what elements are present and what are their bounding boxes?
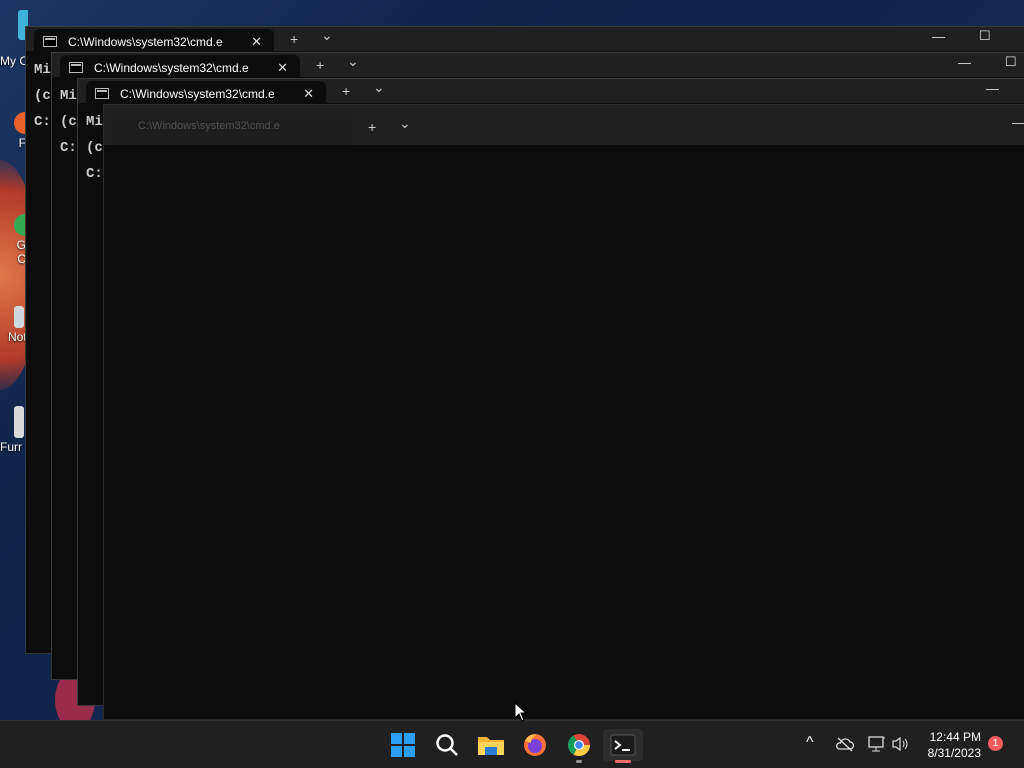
terminal-output[interactable]: Mi (c C:	[60, 83, 77, 161]
system-clock[interactable]: 12:44 PM 8/31/2023	[928, 729, 981, 761]
terminal-output[interactable]: Mi (c C:	[34, 57, 51, 135]
minimize-button[interactable]: —	[932, 29, 945, 44]
desktop-icon-notepad[interactable]: Not	[0, 306, 28, 344]
terminal-line: Mi	[34, 62, 51, 78]
terminal-line: (c	[34, 88, 51, 104]
firefox-icon[interactable]	[519, 729, 551, 761]
mouse-cursor-icon	[514, 701, 528, 727]
onedrive-offline-icon[interactable]	[835, 735, 855, 758]
terminal-icon[interactable]	[603, 729, 643, 763]
desktop-icon-label: My C	[0, 54, 28, 68]
new-tab-button[interactable]: +	[290, 31, 298, 47]
terminal-line: Mi	[86, 114, 103, 130]
windows-start-icon[interactable]	[387, 729, 419, 761]
cmd-icon	[43, 36, 57, 47]
terminal-line: Mi	[60, 88, 77, 104]
desktop-icon-label: F	[18, 136, 26, 150]
terminal-line: C:	[86, 166, 103, 182]
new-tab-button[interactable]: +	[342, 83, 350, 99]
title-bar[interactable]: C:\Windows\system32\cmd.e ✕ + ⌄ — ☐	[52, 53, 1024, 81]
title-bar[interactable]: C:\Windows\system32\cmd.e ✕ + ⌄ — ☐	[26, 27, 1024, 55]
tab-title: C:\Windows\system32\cmd.e	[138, 120, 280, 132]
app-shortcut-icon	[14, 406, 24, 438]
desktop-icon-chrome[interactable]: G C	[0, 214, 28, 266]
maximize-button[interactable]: ☐	[979, 28, 991, 44]
terminal-line: C:	[34, 114, 51, 130]
terminal-window-4[interactable]: C:\Windows\system32\cmd.e + ⌄ —	[103, 104, 1024, 720]
volume-icon[interactable]	[891, 735, 911, 758]
search-icon[interactable]	[431, 729, 463, 761]
tab-dropdown-button[interactable]: ⌄	[321, 27, 333, 44]
terminal-line: (c	[60, 114, 77, 130]
minimize-button[interactable]: —	[958, 55, 971, 70]
desktop-icon-firefox[interactable]: F	[0, 112, 28, 150]
tab-cmd-fading[interactable]: C:\Windows\system32\cmd.e	[112, 119, 352, 145]
running-indicator	[576, 760, 582, 763]
chrome-icon[interactable]	[563, 729, 595, 763]
desktop-icon-label: G C	[16, 238, 26, 266]
notification-badge[interactable]: 1	[988, 736, 1003, 751]
new-tab-button[interactable]: +	[368, 119, 376, 135]
file-explorer-icon[interactable]	[475, 729, 507, 761]
clock-date: 8/31/2023	[927, 746, 981, 760]
desktop-icon-my-computer[interactable]: My C	[0, 10, 28, 68]
clock-time: 12:44 PM	[929, 730, 981, 744]
cmd-icon	[95, 88, 109, 99]
terminal-output[interactable]	[104, 145, 1024, 719]
active-indicator	[615, 760, 631, 763]
terminal-line: C:	[60, 140, 77, 156]
network-icon[interactable]	[867, 735, 887, 758]
desktop-icon-label: Furr	[0, 440, 22, 454]
terminal-output[interactable]: Mi (c C:	[86, 109, 103, 187]
terminal-line: (c	[86, 140, 103, 156]
title-bar[interactable]: C:\Windows\system32\cmd.e ✕ + ⌄ —	[78, 79, 1024, 107]
new-tab-button[interactable]: +	[316, 57, 324, 73]
notepad-shortcut-icon	[14, 306, 24, 328]
show-hidden-icons-button[interactable]: ^	[806, 734, 814, 752]
minimize-button[interactable]: —	[986, 81, 999, 96]
taskbar: ^ 12:44 PM 8/31/2023	[0, 720, 1024, 768]
tab-dropdown-button[interactable]: ⌄	[373, 79, 385, 96]
desktop-icon-furrr[interactable]: Furr	[0, 406, 28, 454]
maximize-button[interactable]: ☐	[1005, 54, 1017, 70]
tab-dropdown-button[interactable]: ⌄	[399, 115, 411, 132]
minimize-button[interactable]: —	[1012, 115, 1024, 130]
title-bar[interactable]: C:\Windows\system32\cmd.e + ⌄ —	[104, 105, 1024, 145]
tab-dropdown-button[interactable]: ⌄	[347, 53, 359, 70]
cmd-icon	[69, 62, 83, 73]
